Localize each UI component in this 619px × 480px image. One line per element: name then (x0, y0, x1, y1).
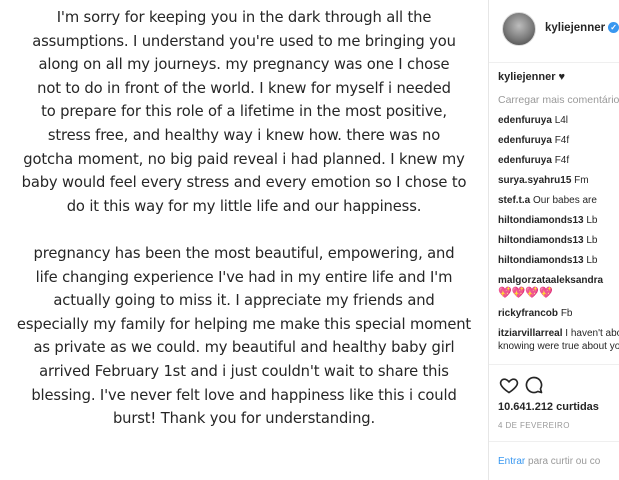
comment-username[interactable]: rickyfrancob (498, 308, 558, 319)
comment: edenfuruya L4l (498, 114, 619, 127)
comment-username[interactable]: edenfuruya (498, 155, 552, 166)
comment: surya.syahru15 Fm (498, 174, 619, 187)
comment-username[interactable]: itziarvillarreal (498, 328, 562, 339)
comment-bubble-icon[interactable] (524, 375, 544, 395)
comment-username[interactable]: hiltondiamonds13 (498, 235, 584, 246)
comment-username[interactable]: edenfuruya (498, 115, 552, 126)
text-line: burst! Thank you for understanding. (112, 409, 376, 428)
login-prompt-text: para curtir ou co (525, 456, 601, 467)
header-username-text[interactable]: kyliejenner (545, 22, 605, 34)
caption: kyliejenner ♥ (498, 71, 565, 83)
comment: malgorzataaleksandra 💖💖💖💖 (498, 274, 619, 300)
comment: stef.t.a Our babes are (498, 194, 619, 207)
comment: edenfuruya F4f (498, 154, 619, 167)
text-line: actually going to miss it. I appreciate … (53, 291, 435, 310)
comment-text: Lb (586, 235, 598, 246)
comment-text: Lb (586, 215, 598, 226)
text-line: do it this way for my little life and ou… (66, 196, 422, 215)
post-date[interactable]: 4 DE FEVEREIRO (498, 421, 570, 430)
comment: rickyfrancob Fb (498, 307, 619, 320)
comment: edenfuruya F4f (498, 134, 619, 147)
caption-username[interactable]: kyliejenner (498, 71, 555, 83)
text-line: along on all my journeys. my pregnancy w… (38, 55, 450, 74)
comment-text: Fm (574, 175, 589, 186)
login-link[interactable]: Entrar (498, 456, 525, 467)
comment-text: Fb (560, 308, 573, 319)
comment-text: F4f (554, 155, 570, 166)
load-more-comments-link[interactable]: Carregar mais comentários (498, 94, 619, 106)
comment: hiltondiamonds13 Lb (498, 214, 619, 227)
text-line: to prepare for this role of a lifetime i… (41, 102, 447, 121)
text-line: life changing experience I've had in my … (35, 267, 453, 286)
text-line: assumptions. I understand you're used to… (32, 31, 456, 50)
comment-username[interactable]: hiltondiamonds13 (498, 255, 584, 266)
login-bar: Entrar para curtir ou co (489, 441, 619, 480)
caption-text: ♥ (558, 71, 566, 83)
avatar[interactable] (502, 12, 536, 46)
comment: hiltondiamonds13 Lb (498, 234, 619, 247)
comment-username[interactable]: edenfuruya (498, 135, 552, 146)
comment-username[interactable]: malgorzataaleksandra (498, 275, 603, 286)
text-line: as private as we could. my beautiful and… (33, 338, 455, 357)
post-actions: 10.641.212 curtidas 4 DE FEVEREIRO Entra… (489, 364, 619, 480)
comment-text: Lb (586, 255, 598, 266)
post-image[interactable]: I'm sorry for keeping you in the dark th… (0, 0, 489, 480)
text-line: especially my family for helping me make… (16, 314, 472, 333)
text-line: blessing. I've never felt love and happi… (31, 385, 457, 404)
comment-username[interactable]: hiltondiamonds13 (498, 215, 584, 226)
text-line: not to do in front of the world. I knew … (37, 78, 451, 97)
post-header: kyliejenner ✓ (489, 0, 619, 63)
text-line: gotcha moment, no big paid reveal i had … (23, 149, 465, 168)
comment-text: Our babes are (533, 195, 597, 206)
post-side-panel: kyliejenner ✓ kyliejenner ♥ Carregar mais… (489, 0, 619, 480)
paragraph-2: pregnancy has been the most beautiful, e… (15, 242, 473, 431)
header-username[interactable]: kyliejenner ✓ (545, 22, 619, 34)
login-prompt: Entrar para curtir ou co (498, 456, 600, 467)
comment: hiltondiamonds13 Lb (498, 254, 619, 267)
post-text: I'm sorry for keeping you in the dark th… (15, 6, 473, 431)
comment-text: F4f (554, 135, 570, 146)
heart-outline-icon[interactable] (499, 375, 519, 395)
comment-text: 💖💖💖💖 (498, 287, 553, 299)
comments-list: edenfuruya L4l edenfuruya F4f edenfuruya… (498, 114, 619, 353)
text-line: stress free, and healthy way i knew how.… (47, 125, 441, 144)
verified-badge-icon: ✓ (608, 22, 619, 33)
comment-username[interactable]: stef.t.a (498, 195, 530, 206)
text-line: I'm sorry for keeping you in the dark th… (56, 8, 432, 26)
comment-username[interactable]: surya.syahru15 (498, 175, 571, 186)
comment: itziarvillarreal I haven't about 1 1/2 a… (498, 327, 619, 353)
text-line: baby would feel every stress and every e… (21, 173, 467, 192)
likes-count[interactable]: 10.641.212 curtidas (498, 401, 599, 413)
paragraph-1: I'm sorry for keeping you in the dark th… (15, 6, 473, 218)
text-line: arrived February 1st and i just couldn't… (39, 361, 449, 380)
text-line: pregnancy has been the most beautiful, e… (33, 243, 455, 262)
comment-text: L4l (554, 115, 569, 126)
